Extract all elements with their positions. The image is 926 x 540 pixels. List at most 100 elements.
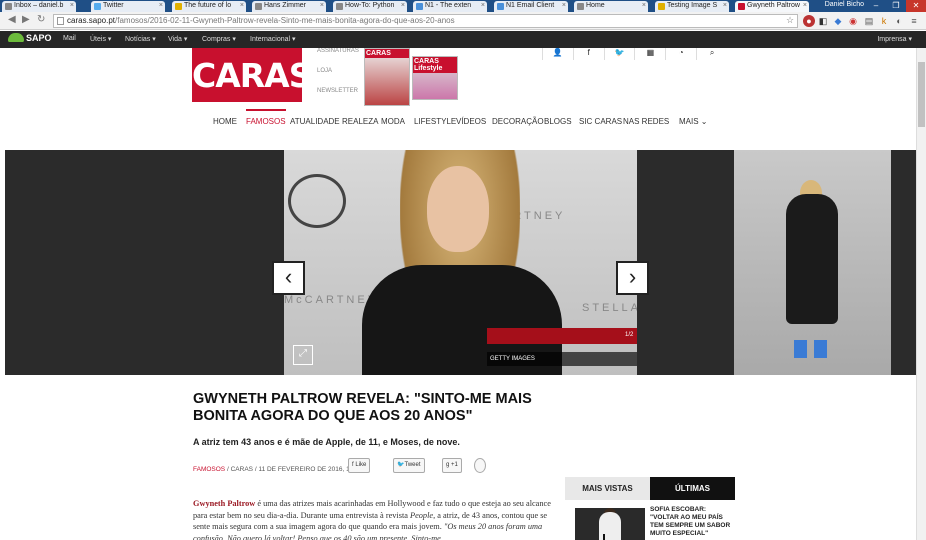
extension-icon[interactable]: ◆ <box>832 15 844 27</box>
sapo-logo[interactable]: SAPO <box>8 33 52 43</box>
sapo-link-uteis[interactable]: Úteis ▾ <box>90 35 111 43</box>
social-icon-bar: 👤 f 🐦 ▦ ◔ ⌕ <box>542 48 727 60</box>
extension-icon[interactable]: ◉ <box>847 15 859 27</box>
page-icon <box>175 3 182 10</box>
nav-decoracao[interactable]: DECORAÇÃO <box>492 117 544 126</box>
article-category[interactable]: FAMOSOS <box>193 466 225 473</box>
facebook-icon[interactable]: f <box>572 48 604 60</box>
nav-mais[interactable]: MAIS ⌄ <box>679 117 708 126</box>
minimize-icon[interactable]: – <box>866 0 886 12</box>
close-tab-icon[interactable]: × <box>723 1 727 11</box>
back-icon[interactable]: ◀ <box>8 14 16 25</box>
fullscreen-icon[interactable]: ⤢ <box>293 345 313 365</box>
close-tab-icon[interactable]: × <box>481 1 485 11</box>
scrollbar-thumb[interactable] <box>918 62 925 127</box>
backdrop-logo <box>288 174 346 228</box>
latest-item-title[interactable]: SOFIA ESCOBAR: "VOLTAR AO MEU PAÍS TEM S… <box>650 506 734 538</box>
article-lead: A atriz tem 43 anos e é mãe de Apple, de… <box>193 437 460 447</box>
nav-realeza[interactable]: REALEZA <box>342 117 378 126</box>
extension-icon[interactable]: ▤ <box>863 15 875 27</box>
browser-tab[interactable]: The future of lo × <box>172 1 246 12</box>
sapo-link-mail[interactable]: Mail <box>63 35 76 42</box>
sapo-link-noticias[interactable]: Notícias ▾ <box>125 35 156 43</box>
address-bar[interactable]: caras.sapo.pt/famosos/2016-02-11-Gwyneth… <box>53 14 798 28</box>
latest-item-thumbnail[interactable] <box>575 508 645 540</box>
page-icon <box>497 3 504 10</box>
article-section[interactable]: CARAS <box>231 466 253 473</box>
forward-icon[interactable]: ▶ <box>22 14 30 25</box>
sapo-link-compras[interactable]: Compras ▾ <box>202 35 236 43</box>
nav-sic-caras[interactable]: SIC CARAS <box>579 117 622 126</box>
extension-icon[interactable]: ◐ <box>893 15 905 27</box>
rss-icon[interactable]: ◔ <box>665 48 696 60</box>
browser-tab[interactable]: Twitter × <box>91 1 165 12</box>
close-tab-icon[interactable]: × <box>401 1 405 11</box>
close-tab-icon[interactable]: × <box>803 1 807 11</box>
gallery-photo-next[interactable] <box>734 150 891 375</box>
link-loja[interactable]: LOJA <box>317 68 332 74</box>
newsletter-icon[interactable]: ▦ <box>634 48 665 60</box>
caras-icon <box>738 3 745 10</box>
browser-tab[interactable]: Testing Image S × <box>655 1 729 12</box>
caras-logo[interactable]: CARAS <box>192 48 312 102</box>
close-window-icon[interactable]: ✕ <box>906 0 926 12</box>
sapo-link-vida[interactable]: Vida ▾ <box>168 35 187 43</box>
bookmark-star-icon[interactable]: ☆ <box>786 15 794 26</box>
browser-tab[interactable]: Hans Zimmer × <box>252 1 326 12</box>
browser-tab[interactable]: How-To: Python × <box>333 1 407 12</box>
chevron-left-icon: ‹ <box>284 264 293 289</box>
browser-tab[interactable]: Inbox – daniel.b × <box>2 1 76 12</box>
gallery-next-button[interactable]: › <box>616 261 649 295</box>
window-controls: – ❐ ✕ <box>866 0 926 12</box>
browser-tab-active[interactable]: Gwyneth Paltrow × <box>735 1 809 12</box>
link-newsletter[interactable]: NEWSLETTER <box>317 88 358 94</box>
close-tab-icon[interactable]: × <box>70 1 74 11</box>
google-plus-button[interactable]: g +1 <box>442 458 462 473</box>
menu-icon[interactable]: ≡ <box>908 15 920 27</box>
extension-icon[interactable]: k <box>878 15 890 27</box>
close-tab-icon[interactable]: × <box>159 1 163 11</box>
backdrop-text: STELLA <box>582 302 637 314</box>
sapo-link-imprensa[interactable]: Imprensa ▾ <box>877 35 912 43</box>
browser-tab[interactable]: N1 Email Client × <box>494 1 568 12</box>
magazine-cover-caras[interactable]: CARAS <box>364 48 410 106</box>
person-figure <box>786 194 838 324</box>
close-tab-icon[interactable]: × <box>642 1 646 11</box>
nav-atualidade[interactable]: ATUALIDADE <box>290 117 340 126</box>
page-scrollbar[interactable] <box>916 48 926 540</box>
gallery-prev-button[interactable]: ‹ <box>272 261 305 295</box>
close-tab-icon[interactable]: × <box>320 1 324 11</box>
browser-tab[interactable]: Home × <box>574 1 648 12</box>
facebook-like-button[interactable]: f Like <box>348 458 371 473</box>
twitter-icon[interactable]: 🐦 <box>603 48 635 60</box>
sapo-link-internacional[interactable]: Internacional ▾ <box>250 35 296 43</box>
nav-home[interactable]: HOME <box>213 117 237 126</box>
nav-videos[interactable]: VÍDEOS <box>456 117 486 126</box>
user-icon[interactable]: 👤 <box>542 48 573 60</box>
nav-lifestyle[interactable]: LIFESTYLE <box>414 117 456 126</box>
person-shoe <box>794 340 807 358</box>
close-tab-icon[interactable]: × <box>240 1 244 11</box>
close-tab-icon[interactable]: × <box>562 1 566 11</box>
browser-toolbar: ◀ ▶ ↻ caras.sapo.pt/famosos/2016-02-11-G… <box>0 12 926 30</box>
profile-name[interactable]: Daniel Bicho <box>825 1 864 8</box>
email-share-icon[interactable] <box>474 458 486 473</box>
magazine-cover-lifestyle[interactable]: CARAS Lifestyle <box>412 56 458 100</box>
tweet-button[interactable]: 🐦Tweet <box>393 458 425 473</box>
tab-latest[interactable]: ÚLTIMAS <box>650 477 735 500</box>
page-info-icon[interactable] <box>57 17 64 25</box>
browser-tab[interactable]: N1 - The exten × <box>413 1 487 12</box>
github-icon <box>577 3 584 10</box>
nav-blogs[interactable]: BLOGS <box>544 117 572 126</box>
maximize-icon[interactable]: ❐ <box>886 0 906 12</box>
nav-moda[interactable]: MODA <box>381 117 405 126</box>
extension-icon[interactable]: ◧ <box>817 15 829 27</box>
tab-most-viewed[interactable]: MAIS VISTAS <box>565 477 650 500</box>
article-date: 11 DE FEVEREIRO DE 2016, 18:09 <box>258 466 363 473</box>
search-icon[interactable]: ⌕ <box>696 48 727 60</box>
nav-nas-redes[interactable]: NAS REDES <box>623 117 669 126</box>
reload-icon[interactable]: ↻ <box>37 14 45 25</box>
link-assinaturas[interactable]: ASSINATURAS <box>317 48 359 54</box>
nav-famosos[interactable]: FAMOSOS <box>246 109 286 126</box>
extension-icon[interactable]: ● <box>803 15 815 27</box>
